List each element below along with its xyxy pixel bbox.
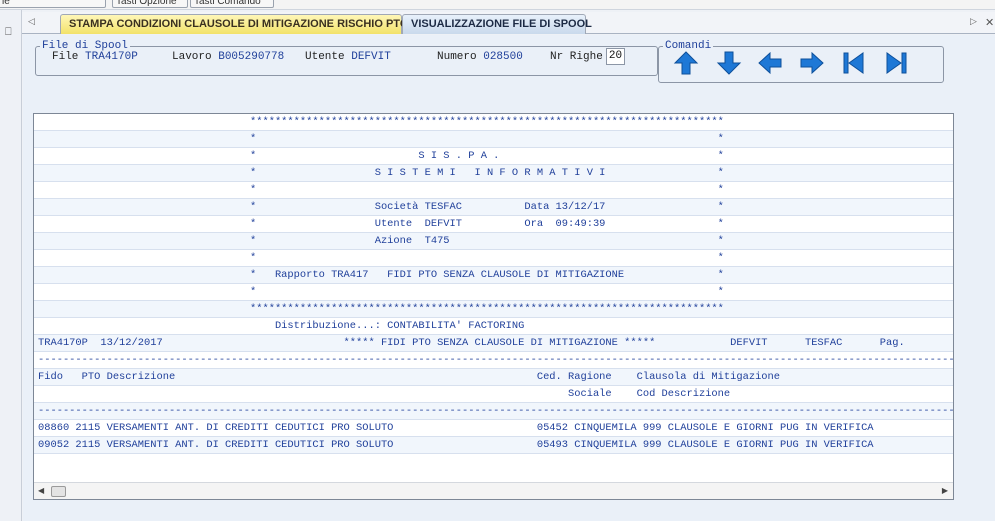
scroll-up-button[interactable] xyxy=(673,50,699,76)
spool-line: * Società TESFAC Data 13/12/17 * xyxy=(34,199,953,216)
toolbar-field[interactable]: ie xyxy=(0,0,106,8)
utente-field: Utente DEFVIT xyxy=(305,51,391,63)
scroll-right-icon[interactable]: ▶ xyxy=(942,486,948,495)
nr-righe-field: Nr Righe xyxy=(550,51,603,63)
spool-line: * * xyxy=(34,250,953,267)
main-panel: File di Spool File TRA4170P Lavoro B0052… xyxy=(23,35,995,521)
spool-line: * * xyxy=(34,284,953,301)
lavoro-value: B005290778 xyxy=(218,51,285,63)
file-label: File xyxy=(52,51,79,63)
tasti-opzione-button[interactable]: Tasti Opzione xyxy=(112,0,188,8)
spool-viewer[interactable]: ****************************************… xyxy=(33,113,954,500)
last-page-icon xyxy=(886,52,907,74)
arrow-down-icon xyxy=(716,51,742,75)
spool-line: ****************************************… xyxy=(34,301,953,318)
arrow-right-icon xyxy=(800,51,824,75)
spool-lines: ****************************************… xyxy=(34,114,953,470)
tab-scroll-right-icon[interactable]: ▷ xyxy=(970,16,977,27)
file-field: File TRA4170P xyxy=(52,51,138,63)
nr-righe-input[interactable]: 20 xyxy=(606,48,625,65)
spool-line: ----------------------------------------… xyxy=(34,352,953,369)
spool-line: 09052 2115 VERSAMENTI ANT. DI CREDITI CE… xyxy=(34,437,953,454)
spool-line: * Azione T475 * xyxy=(34,233,953,250)
first-page-button[interactable] xyxy=(841,50,867,76)
arrow-up-icon xyxy=(673,51,699,75)
scroll-down-button[interactable] xyxy=(716,50,742,76)
numero-label: Numero xyxy=(437,51,477,63)
spool-line: * * xyxy=(34,131,953,148)
lavoro-label: Lavoro xyxy=(172,51,212,63)
horizontal-scrollbar[interactable]: ◀ ▶ xyxy=(34,482,953,499)
scroll-right-button[interactable] xyxy=(799,50,825,76)
spool-line: * S I S T E M I I N F O R M A T I V I * xyxy=(34,165,953,182)
spool-line: ----------------------------------------… xyxy=(34,403,953,420)
file-value: TRA4170P xyxy=(85,51,138,63)
tab-visualizzazione-spool[interactable]: VISUALIZZAZIONE FILE DI SPOOL xyxy=(402,14,592,34)
left-gutter: ⎕ xyxy=(0,10,22,521)
scrollbar-thumb[interactable] xyxy=(51,486,66,497)
spool-line: Sociale Cod Descrizione xyxy=(34,386,953,403)
arrow-left-icon xyxy=(758,51,782,75)
utente-value: DEFVIT xyxy=(351,51,391,63)
tab-scroll-left-icon[interactable]: ◁ xyxy=(28,16,35,27)
spool-line: * S I S . P A . * xyxy=(34,148,953,165)
tab-stampa-condizioni[interactable]: STAMPA CONDIZIONI CLAUSOLE DI MITIGAZION… xyxy=(60,14,408,34)
lavoro-field: Lavoro B005290778 xyxy=(172,51,284,63)
spool-line: Fido PTO Descrizione Ced. Ragione Clauso… xyxy=(34,369,953,386)
spool-line: * * xyxy=(34,182,953,199)
spool-line: * Utente DEFVIT Ora 09:49:39 * xyxy=(34,216,953,233)
spool-line: ****************************************… xyxy=(34,114,953,131)
top-toolbar: ie Tasti Opzione Tasti Comando xyxy=(0,0,995,10)
spool-line xyxy=(34,454,953,470)
spool-line: Distribuzione...: CONTABILITA' FACTORING xyxy=(34,318,953,335)
last-page-button[interactable] xyxy=(883,50,909,76)
nr-righe-label: Nr Righe xyxy=(550,51,603,63)
pin-icon[interactable]: ⎕ xyxy=(5,26,12,39)
utente-label: Utente xyxy=(305,51,345,63)
numero-value: 028500 xyxy=(483,51,523,63)
spool-line: TRA4170P 13/12/2017 ***** FIDI PTO SENZA… xyxy=(34,335,953,352)
tasti-comando-button[interactable]: Tasti Comando xyxy=(190,0,274,8)
spool-line: * Rapporto TRA417 FIDI PTO SENZA CLAUSOL… xyxy=(34,267,953,284)
scroll-left-icon[interactable]: ◀ xyxy=(38,486,44,495)
spool-line: 08860 2115 VERSAMENTI ANT. DI CREDITI CE… xyxy=(34,420,953,437)
numero-field: Numero 028500 xyxy=(437,51,523,63)
scroll-left-button[interactable] xyxy=(757,50,783,76)
close-tab-icon[interactable]: ✕ xyxy=(985,16,994,29)
first-page-icon xyxy=(843,52,864,74)
tab-bar: ◁ STAMPA CONDIZIONI CLAUSOLE DI MITIGAZI… xyxy=(22,12,995,34)
